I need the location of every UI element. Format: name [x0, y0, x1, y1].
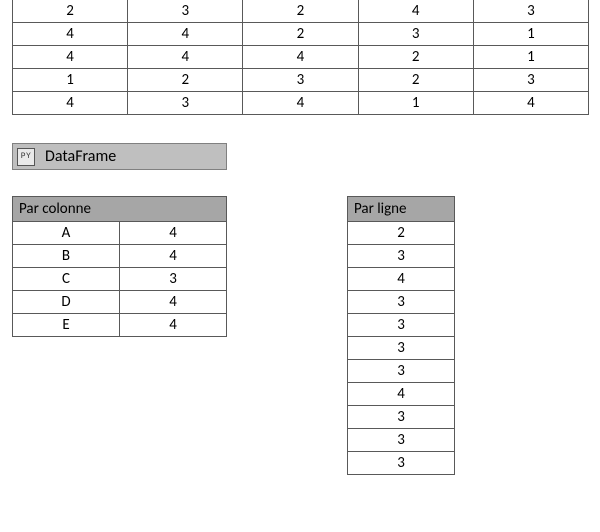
dataframe-label: DataFrame [45, 147, 116, 166]
cell[interactable]: 2 [358, 69, 473, 92]
col-name[interactable]: C [13, 268, 120, 291]
cell[interactable]: 1 [473, 46, 588, 69]
table-row[interactable]: 3 [348, 429, 455, 452]
python-icon-text: PY [21, 152, 32, 161]
table-row[interactable]: C 3 [13, 268, 227, 291]
cell[interactable]: 4 [13, 92, 128, 115]
table-row[interactable]: 3 [348, 291, 455, 314]
cell[interactable]: 2 [243, 23, 358, 46]
col-name[interactable]: D [13, 291, 120, 314]
table-row[interactable]: 4 4 4 2 1 [13, 46, 589, 69]
cell[interactable]: 4 [358, 0, 473, 23]
table-row[interactable]: 3 [348, 337, 455, 360]
cell[interactable]: 4 [128, 46, 243, 69]
cell[interactable]: 3 [473, 69, 588, 92]
col-name[interactable]: A [13, 222, 120, 245]
cell[interactable]: 3 [358, 23, 473, 46]
cell[interactable]: 3 [128, 92, 243, 115]
row-value[interactable]: 2 [348, 222, 455, 245]
table-row[interactable]: E 4 [13, 314, 227, 337]
row-value[interactable]: 3 [348, 291, 455, 314]
table-row[interactable]: 2 [348, 222, 455, 245]
cell[interactable]: 4 [13, 46, 128, 69]
cell[interactable]: 2 [243, 0, 358, 23]
cell[interactable]: 4 [243, 46, 358, 69]
per-column-header[interactable]: Par colonne [13, 197, 227, 222]
table-row[interactable]: B 4 [13, 245, 227, 268]
cell[interactable]: 2 [13, 0, 128, 23]
per-row-table: Par ligne 2 3 4 3 3 3 3 4 3 3 3 [347, 196, 455, 475]
cell[interactable]: 4 [128, 23, 243, 46]
row-value[interactable]: 3 [348, 406, 455, 429]
col-name[interactable]: B [13, 245, 120, 268]
row-value[interactable]: 3 [348, 245, 455, 268]
col-value[interactable]: 4 [120, 291, 227, 314]
cell[interactable]: 4 [243, 92, 358, 115]
table-row[interactable]: D 4 [13, 291, 227, 314]
row-value[interactable]: 4 [348, 383, 455, 406]
table-row[interactable]: 4 3 4 1 4 [13, 92, 589, 115]
cell[interactable]: 2 [128, 69, 243, 92]
spreadsheet-view: 2 3 2 4 3 4 4 2 3 1 4 4 4 2 1 1 [0, 0, 600, 532]
col-value[interactable]: 3 [120, 268, 227, 291]
cell[interactable]: 2 [358, 46, 473, 69]
col-value[interactable]: 4 [120, 222, 227, 245]
cell[interactable]: 3 [128, 0, 243, 23]
table-row[interactable]: 4 4 2 3 1 [13, 23, 589, 46]
cell[interactable]: 3 [243, 69, 358, 92]
per-row-header[interactable]: Par ligne [348, 197, 455, 222]
cell[interactable]: 1 [13, 69, 128, 92]
table-row[interactable]: 1 2 3 2 3 [13, 69, 589, 92]
table-row[interactable]: 4 [348, 268, 455, 291]
row-value[interactable]: 3 [348, 337, 455, 360]
col-value[interactable]: 4 [120, 314, 227, 337]
row-value[interactable]: 3 [348, 429, 455, 452]
row-value[interactable]: 3 [348, 452, 455, 475]
python-icon: PY [17, 148, 35, 166]
cell[interactable]: 4 [473, 92, 588, 115]
cell[interactable]: 1 [473, 23, 588, 46]
table-row[interactable]: 2 3 2 4 3 [13, 0, 589, 23]
cell[interactable]: 4 [13, 23, 128, 46]
row-value[interactable]: 4 [348, 268, 455, 291]
python-dataframe-cell[interactable]: PY DataFrame [12, 143, 227, 170]
source-data-table: 2 3 2 4 3 4 4 2 3 1 4 4 4 2 1 1 [12, 0, 589, 115]
table-row[interactable]: 3 [348, 360, 455, 383]
row-value[interactable]: 3 [348, 314, 455, 337]
table-row[interactable]: A 4 [13, 222, 227, 245]
row-value[interactable]: 3 [348, 360, 455, 383]
col-name[interactable]: E [13, 314, 120, 337]
table-row[interactable]: 3 [348, 452, 455, 475]
cell[interactable]: 1 [358, 92, 473, 115]
table-row[interactable]: 3 [348, 245, 455, 268]
per-column-table: Par colonne A 4 B 4 C 3 D 4 E 4 [12, 196, 227, 337]
table-row[interactable]: 3 [348, 406, 455, 429]
col-value[interactable]: 4 [120, 245, 227, 268]
table-row[interactable]: 3 [348, 314, 455, 337]
table-row[interactable]: 4 [348, 383, 455, 406]
cell[interactable]: 3 [473, 0, 588, 23]
